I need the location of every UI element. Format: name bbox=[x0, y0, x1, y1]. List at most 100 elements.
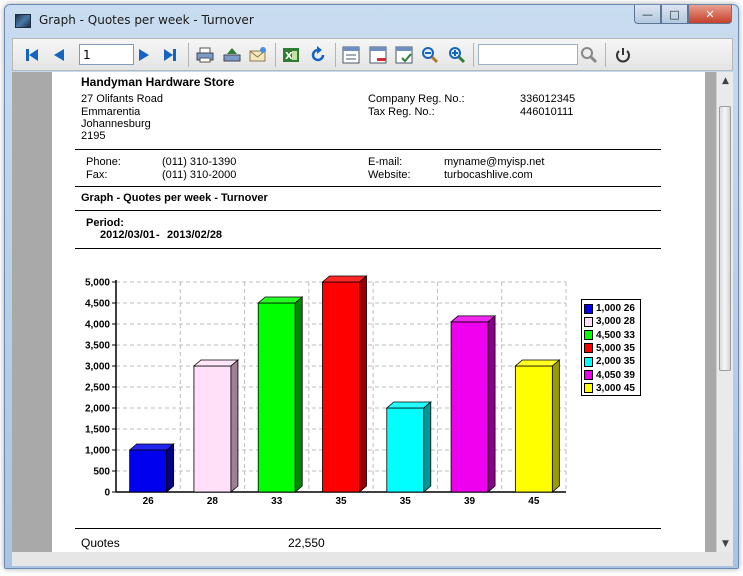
search-input[interactable] bbox=[478, 44, 578, 65]
refresh-icon bbox=[311, 46, 325, 62]
power-button[interactable] bbox=[613, 45, 633, 65]
layout-remove-button[interactable] bbox=[368, 45, 388, 65]
zoom-out-button[interactable] bbox=[420, 45, 440, 65]
maximize-icon: □ bbox=[669, 7, 680, 21]
company-name: Handyman Hardware Store bbox=[81, 75, 235, 89]
bar bbox=[386, 407, 425, 493]
maximize-button[interactable]: □ bbox=[661, 5, 688, 24]
layout-icon bbox=[342, 46, 360, 64]
legend-item: 3,000 28 bbox=[584, 315, 635, 328]
scroll-up-icon[interactable]: ▲ bbox=[717, 72, 733, 89]
x-tick-label: 35 bbox=[400, 496, 412, 507]
x-tick-label: 45 bbox=[528, 496, 540, 507]
divider bbox=[75, 186, 661, 187]
bar bbox=[514, 365, 553, 493]
legend-swatch bbox=[584, 316, 593, 327]
excel-button[interactable]: X bbox=[281, 45, 301, 65]
scroll-thumb[interactable] bbox=[719, 106, 731, 371]
last-page-icon bbox=[164, 49, 176, 61]
toolbar-separator bbox=[605, 43, 606, 67]
legend-label: 2,000 35 bbox=[596, 356, 635, 368]
bar-top bbox=[257, 296, 304, 304]
x-tick-label: 39 bbox=[464, 496, 476, 507]
report-page: Handyman Hardware Store 27 Olifants Road… bbox=[52, 72, 705, 552]
legend-swatch bbox=[584, 356, 593, 367]
bar bbox=[322, 281, 360, 493]
toolbar-separator bbox=[335, 43, 336, 67]
address-line-2: Emmarentia bbox=[81, 106, 141, 118]
divider bbox=[75, 248, 661, 249]
email-icon bbox=[249, 47, 266, 62]
y-tick-label: 2,500 bbox=[85, 383, 110, 394]
page-number-input[interactable] bbox=[79, 44, 134, 65]
phone-value: (011) 310-1390 bbox=[162, 156, 237, 168]
legend-item: 1,000 26 bbox=[584, 302, 635, 315]
toolbar-separator bbox=[188, 43, 189, 67]
legend-label: 1,000 26 bbox=[596, 303, 635, 314]
y-tick-label: 4,000 bbox=[85, 320, 110, 331]
next-page-button[interactable] bbox=[134, 45, 154, 65]
minimize-icon: — bbox=[642, 7, 653, 21]
print-button[interactable] bbox=[195, 45, 215, 65]
legend-item: 4,050 39 bbox=[584, 369, 635, 382]
legend-label: 3,000 45 bbox=[596, 382, 635, 394]
period-from: 2012/03/01 bbox=[100, 229, 156, 241]
zoom-in-button[interactable] bbox=[447, 45, 467, 65]
bar-side bbox=[423, 401, 432, 493]
bar bbox=[129, 449, 168, 493]
divider bbox=[75, 528, 661, 529]
bar-side bbox=[359, 275, 367, 493]
period-label: Period: bbox=[86, 217, 124, 229]
previous-page-button[interactable] bbox=[49, 45, 69, 65]
address-line-4: 2195 bbox=[81, 130, 106, 142]
vertical-scrollbar[interactable]: ▲ ▼ bbox=[716, 72, 733, 552]
bar-top bbox=[385, 401, 432, 409]
report-viewport[interactable]: Handyman Hardware Store 27 Olifants Road… bbox=[12, 72, 733, 552]
status-bar bbox=[12, 552, 733, 566]
layout-check-icon bbox=[395, 46, 413, 64]
scroll-down-icon[interactable]: ▼ bbox=[717, 535, 733, 552]
excel-icon: X bbox=[283, 48, 299, 62]
legend-swatch bbox=[584, 330, 593, 341]
search-button[interactable] bbox=[579, 45, 599, 65]
window-title: Graph - Quotes per week - Turnover bbox=[39, 13, 254, 27]
legend-label: 5,000 35 bbox=[596, 342, 635, 354]
divider bbox=[75, 149, 661, 150]
y-tick-label: 3,000 bbox=[85, 362, 110, 373]
legend-swatch bbox=[584, 343, 593, 354]
power-icon bbox=[616, 48, 630, 63]
export-button[interactable] bbox=[222, 45, 242, 65]
bar-top bbox=[321, 275, 368, 283]
quotes-total-label: Quotes bbox=[81, 536, 120, 550]
next-page-icon bbox=[139, 49, 149, 61]
bar-top bbox=[514, 359, 561, 367]
title-bar[interactable]: Graph - Quotes per week - Turnover — □ ✕ bbox=[5, 5, 738, 37]
first-page-button[interactable] bbox=[22, 45, 42, 65]
toolbar: X bbox=[12, 38, 733, 71]
y-tick-label: 4,500 bbox=[85, 299, 110, 310]
refresh-button[interactable] bbox=[308, 45, 328, 65]
bar-top bbox=[192, 359, 240, 367]
bar-side bbox=[166, 443, 175, 493]
minimize-button[interactable]: — bbox=[634, 5, 661, 24]
bar bbox=[450, 321, 489, 493]
toolbar-separator bbox=[473, 43, 474, 67]
bar-top bbox=[128, 443, 175, 451]
layout-remove-icon bbox=[369, 46, 387, 64]
legend-item: 4,500 33 bbox=[584, 329, 635, 342]
last-page-button[interactable] bbox=[160, 45, 180, 65]
app-icon bbox=[15, 14, 31, 28]
previous-page-icon bbox=[54, 49, 64, 61]
layout-button[interactable] bbox=[341, 45, 361, 65]
email-label: E-mail: bbox=[368, 156, 403, 168]
layout-check-button[interactable] bbox=[394, 45, 414, 65]
first-page-icon bbox=[26, 49, 38, 61]
bar bbox=[257, 302, 296, 493]
legend-item: 3,000 45 bbox=[584, 382, 635, 395]
company-reg-value: 336012345 bbox=[520, 93, 576, 105]
close-button[interactable]: ✕ bbox=[688, 5, 732, 24]
email-button[interactable] bbox=[248, 45, 268, 65]
y-tick-label: 2,000 bbox=[85, 404, 110, 415]
report-title: Graph - Quotes per week - Turnover bbox=[81, 192, 268, 204]
bar-top bbox=[449, 315, 497, 323]
